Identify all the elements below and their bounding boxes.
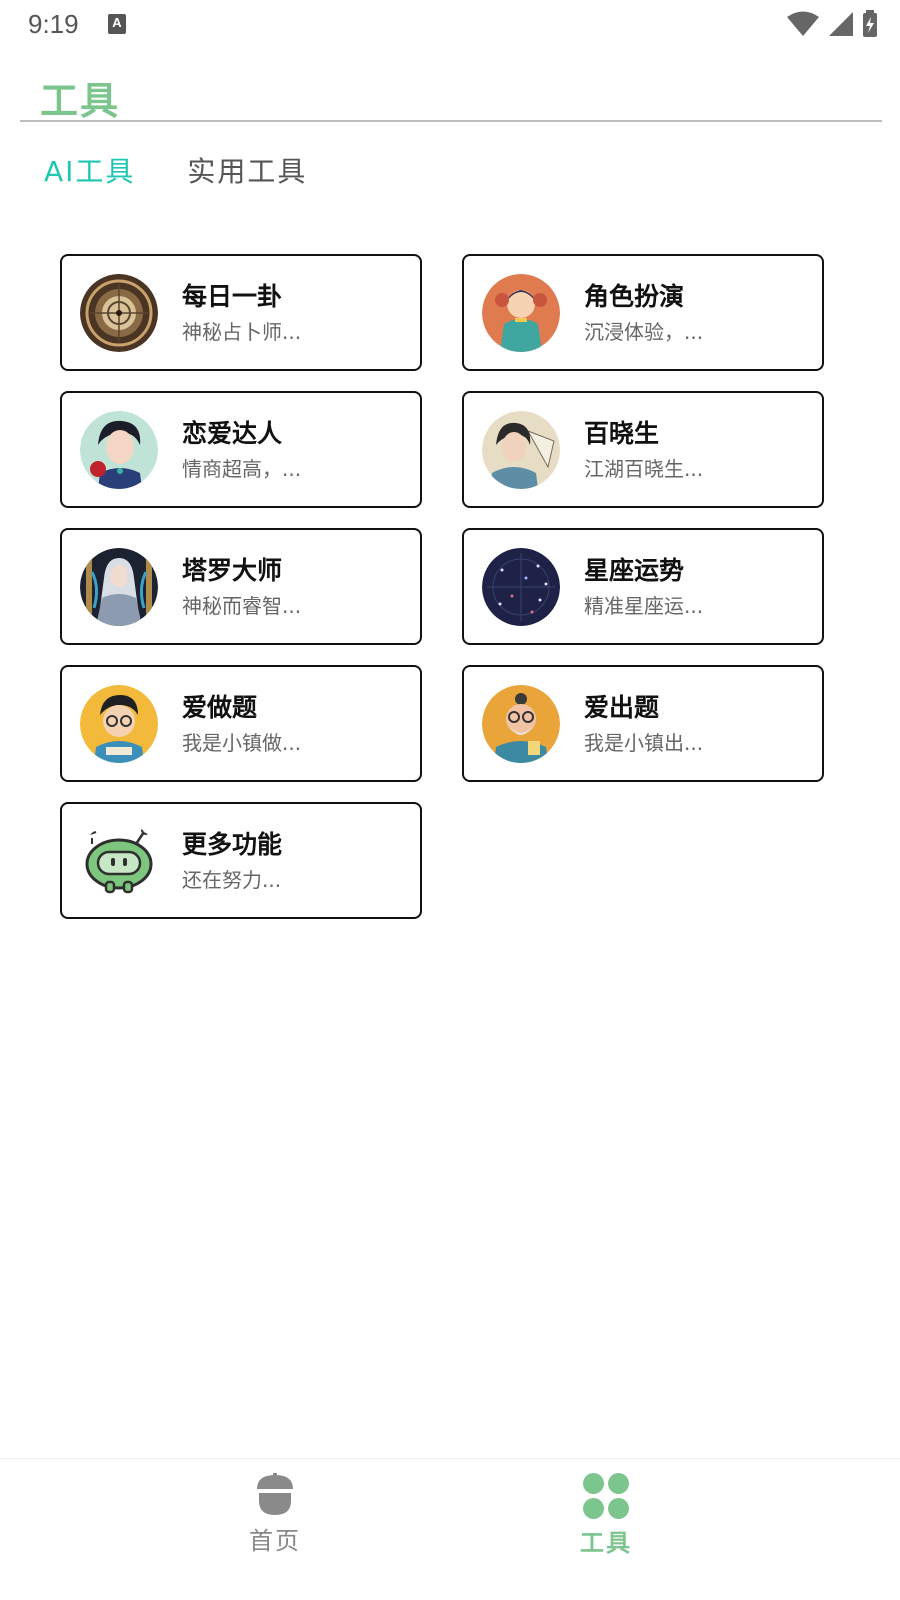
card-text: 爱出题 我是小镇出... [584, 692, 703, 756]
robot-avatar [80, 822, 158, 900]
nav-tools-label: 工具 [580, 1529, 632, 1557]
status-time: 9:19 [28, 9, 79, 39]
page-title: 工具 [40, 79, 121, 123]
card-title: 爱出题 [584, 692, 660, 722]
tool-card-more-features[interactable]: 更多功能 还在努力... [60, 802, 422, 919]
compass-avatar [80, 273, 158, 352]
tool-tabs: AI工具 实用工具 [44, 150, 307, 190]
acorn-icon [257, 1473, 293, 1515]
card-title: 角色扮演 [584, 281, 685, 311]
header-divider [20, 120, 882, 122]
card-title: 星座运势 [584, 555, 685, 585]
card-desc: 还在努力... [182, 867, 282, 892]
tarot-avatar [80, 547, 158, 626]
star-map-avatar [482, 547, 560, 626]
tool-card-daily-divination[interactable]: 每日一卦 神秘占卜师... [60, 254, 422, 371]
student-avatar [80, 684, 158, 763]
card-text: 爱做题 我是小镇做... [182, 692, 301, 756]
tool-grid: 每日一卦 神秘占卜师... 角色扮演 沉浸体验，... 恋爱达人 情商超高，..… [60, 254, 824, 919]
card-desc: 情商超高，... [182, 456, 302, 481]
card-text: 每日一卦 神秘占卜师... [182, 281, 301, 345]
card-title: 塔罗大师 [182, 555, 283, 585]
card-text: 恋爱达人 情商超高，... [182, 418, 301, 482]
status-bar: 9:19 A [0, 0, 900, 48]
tab-ai-tools[interactable]: AI工具 [44, 150, 135, 190]
romance-avatar [80, 410, 158, 489]
wifi-icon [787, 11, 819, 36]
battery-charging-icon [863, 10, 877, 37]
a-keyboard-icon: A [108, 14, 126, 34]
tool-card-horoscope[interactable]: 星座运势 精准星座运... [462, 528, 824, 645]
card-desc: 江湖百晓生... [584, 456, 704, 481]
clover-icon [583, 1473, 629, 1519]
tool-card-role-play[interactable]: 角色扮演 沉浸体验，... [462, 254, 824, 371]
signal-icon [829, 12, 853, 36]
card-desc: 我是小镇做... [182, 730, 302, 755]
card-title: 爱做题 [182, 692, 258, 722]
role-play-avatar [482, 273, 560, 352]
tool-card-romance-expert[interactable]: 恋爱达人 情商超高，... [60, 391, 422, 508]
tool-card-question-setter[interactable]: 爱出题 我是小镇出... [462, 665, 824, 782]
card-text: 星座运势 精准星座运... [584, 555, 703, 619]
tool-card-scholar[interactable]: 百晓生 江湖百晓生... [462, 391, 824, 508]
card-desc: 沉浸体验，... [584, 319, 704, 344]
teacher-avatar [482, 684, 560, 763]
scholar-avatar [482, 410, 560, 489]
card-text: 更多功能 还在努力... [182, 829, 282, 893]
tab-utility-tools[interactable]: 实用工具 [187, 150, 307, 190]
card-title: 恋爱达人 [182, 418, 283, 448]
tool-card-tarot-master[interactable]: 塔罗大师 神秘而睿智... [60, 528, 422, 645]
tool-card-love-quiz[interactable]: 爱做题 我是小镇做... [60, 665, 422, 782]
bottom-nav: 首页 工具 [0, 1458, 900, 1600]
card-desc: 神秘占卜师... [182, 319, 302, 344]
card-text: 塔罗大师 神秘而睿智... [182, 555, 301, 619]
card-desc: 神秘而睿智... [182, 593, 302, 618]
card-text: 角色扮演 沉浸体验，... [584, 281, 703, 345]
status-icons [786, 10, 878, 38]
nav-home-label: 首页 [249, 1527, 301, 1555]
card-title: 更多功能 [182, 829, 283, 859]
card-desc: 精准星座运... [584, 593, 704, 618]
card-desc: 我是小镇出... [584, 730, 704, 755]
card-title: 每日一卦 [182, 281, 283, 311]
card-title: 百晓生 [584, 418, 660, 448]
nav-tools[interactable]: 工具 [546, 1473, 666, 1558]
card-text: 百晓生 江湖百晓生... [584, 418, 703, 482]
nav-home[interactable]: 首页 [215, 1473, 335, 1556]
